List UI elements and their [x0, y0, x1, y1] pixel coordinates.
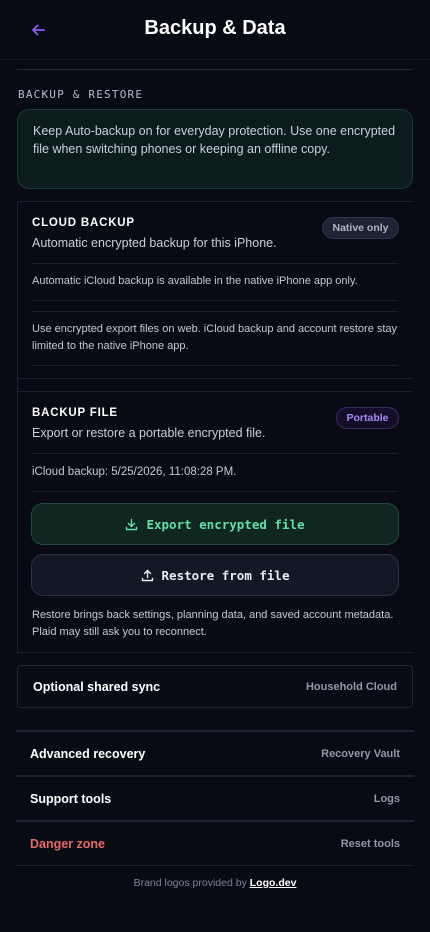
- support-tools-value: Logs: [373, 793, 400, 805]
- advanced-recovery-label: Advanced recovery: [30, 747, 146, 761]
- panel-edge: [17, 391, 18, 653]
- divider: [32, 263, 398, 264]
- danger-zone-row[interactable]: Danger zone Reset tools: [16, 822, 414, 866]
- web-export-note: Use encrypted export files on web. iClou…: [32, 323, 398, 352]
- restore-button-label: Restore from file: [161, 567, 290, 583]
- native-only-badge: Native only: [322, 217, 399, 239]
- download-icon: [126, 518, 138, 530]
- footer: Brand logos provided by Logo.dev: [0, 877, 430, 889]
- header: Backup & Data: [0, 0, 430, 60]
- shared-sync-card[interactable]: Optional shared sync Household Cloud: [17, 665, 413, 708]
- logo-dev-link[interactable]: Logo.dev: [250, 877, 297, 889]
- panel-border: [17, 652, 413, 653]
- icloud-native-note: Automatic iCloud backup is available in …: [32, 275, 358, 287]
- upload-icon: [141, 569, 153, 581]
- divider: [32, 365, 398, 366]
- divider: [32, 453, 398, 454]
- danger-zone-label: Danger zone: [30, 837, 106, 851]
- divider: [32, 311, 398, 312]
- last-backup-status: iCloud backup: 5/25/2026, 11:08:28 PM.: [32, 466, 237, 478]
- divider: [32, 300, 398, 301]
- divider: [32, 491, 398, 492]
- shared-sync-value: Household Cloud: [305, 680, 397, 693]
- backup-file-title: BACKUP FILE: [32, 407, 118, 419]
- danger-zone-value: Reset tools: [340, 838, 400, 850]
- advanced-recovery-value: Recovery Vault: [321, 748, 400, 760]
- support-tools-label: Support tools: [30, 792, 112, 806]
- panel-border: [17, 391, 413, 392]
- row-divider: [16, 865, 414, 866]
- section-label: BACKUP & RESTORE: [18, 88, 144, 101]
- advanced-recovery-row[interactable]: Advanced recovery Recovery Vault: [16, 732, 414, 776]
- restore-from-file-button[interactable]: Restore from file: [31, 554, 399, 596]
- panel-border: [17, 201, 413, 202]
- section-divider: [17, 69, 413, 70]
- portable-badge: Portable: [336, 407, 399, 429]
- cloud-backup-subtitle: Automatic encrypted backup for this iPho…: [32, 236, 277, 250]
- shared-sync-label: Optional shared sync: [33, 679, 161, 694]
- export-encrypted-file-button[interactable]: Export encrypted file: [31, 503, 399, 545]
- backup-file-subtitle: Export or restore a portable encrypted f…: [32, 426, 266, 440]
- panel-edge: [17, 201, 18, 391]
- backup-tip: Keep Auto-backup on for everyday protect…: [17, 109, 413, 189]
- restore-note: Restore brings back settings, planning d…: [32, 609, 394, 638]
- page-title: Backup & Data: [144, 17, 286, 39]
- export-button-label: Export encrypted file: [146, 516, 305, 532]
- panel-border: [17, 378, 413, 379]
- support-tools-row[interactable]: Support tools Logs: [16, 777, 414, 821]
- footer-text: Brand logos provided by: [133, 877, 247, 889]
- cloud-backup-title: CLOUD BACKUP: [32, 217, 135, 229]
